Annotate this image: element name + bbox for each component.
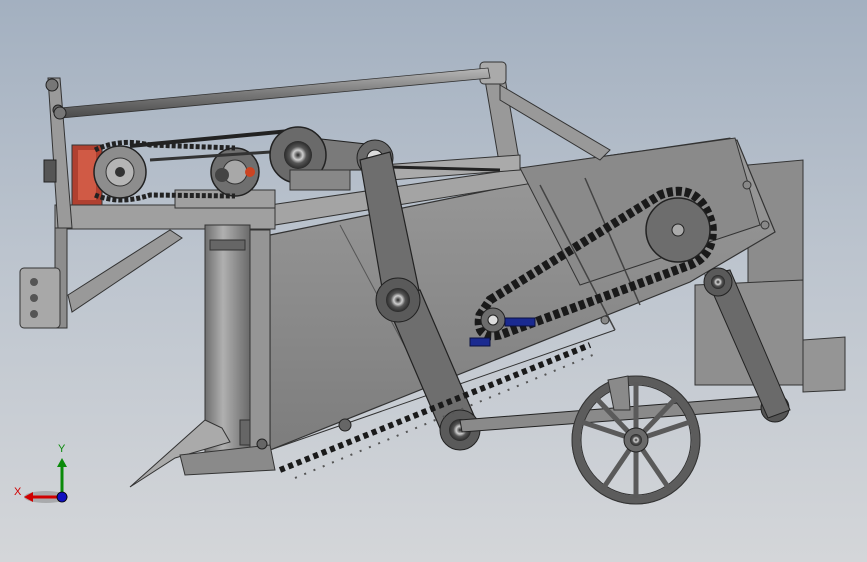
cad-viewport[interactable]: X Y: [0, 0, 867, 562]
axis-triad: [24, 458, 68, 503]
axis-y-label: Y: [58, 443, 66, 455]
z-axis-icon: [56, 491, 68, 503]
axis-x-label: X: [14, 486, 22, 498]
